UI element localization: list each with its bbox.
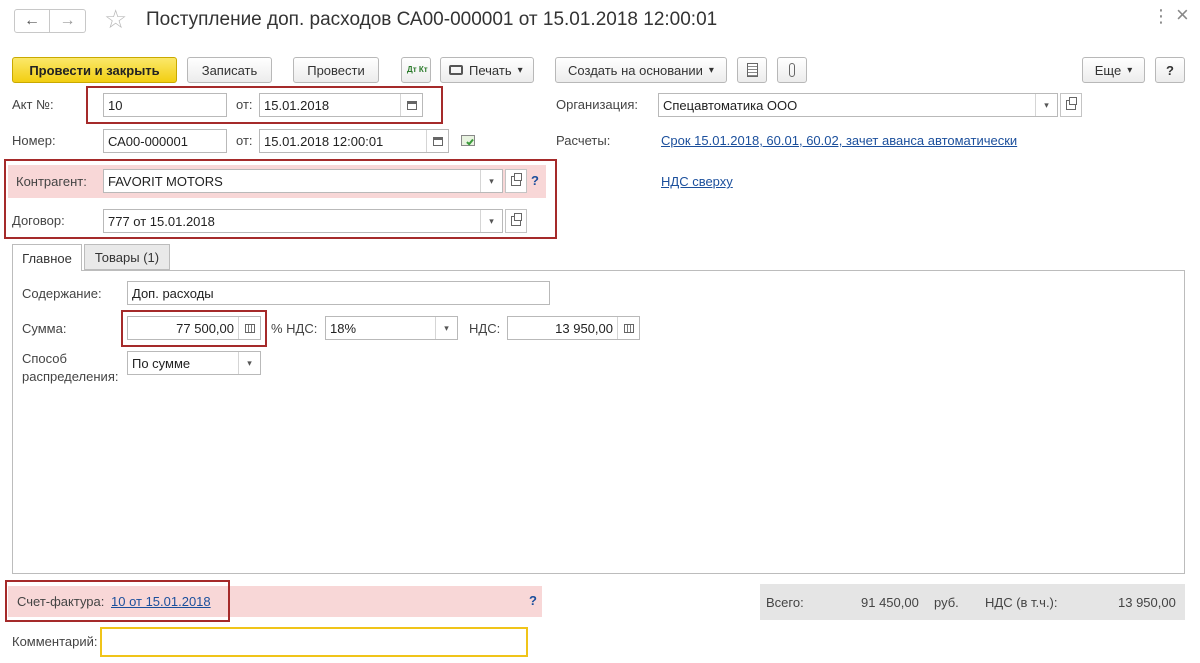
print-button[interactable]: Печать ▾ [440, 57, 534, 83]
number-date-field[interactable]: 15.01.2018 12:00:01 [259, 129, 449, 153]
calculations-label: Расчеты: [556, 133, 611, 148]
organization-value: Спецавтоматика ООО [663, 97, 798, 113]
calculations-link[interactable]: Срок 15.01.2018, 60.01, 60.02, зачет ава… [661, 133, 1017, 148]
number-label: Номер: [12, 133, 56, 148]
open-organization-button[interactable] [1060, 93, 1082, 117]
document-icon [746, 63, 758, 77]
paperclip-icon [789, 63, 795, 77]
more-label: Еще [1094, 62, 1122, 78]
vat-included-label: НДС (в т.ч.): [985, 595, 1058, 610]
vat-value: 13 950,00 [555, 320, 613, 336]
comment-field[interactable] [100, 627, 528, 657]
more-button[interactable]: Еще ▾ [1082, 57, 1145, 83]
help-button[interactable]: ? [1155, 57, 1185, 83]
distribution-method-select[interactable]: По сумме ▾ [127, 351, 261, 375]
more-menu-icon[interactable]: ⋮ [1152, 6, 1170, 27]
close-icon[interactable]: × [1176, 2, 1189, 28]
favorite-star-icon[interactable]: ☆ [104, 4, 127, 34]
total-value: 91 450,00 [861, 595, 919, 610]
tab-goods-label: Товары (1) [94, 249, 160, 265]
number-field[interactable]: СА00-000001 [103, 129, 227, 153]
highlight-contractor-box [4, 159, 557, 239]
sum-label: Сумма: [22, 321, 67, 336]
organization-label: Организация: [556, 97, 639, 112]
chevron-down-icon: ▾ [517, 64, 523, 76]
post-button[interactable]: Провести [293, 57, 379, 83]
currency-label: руб. [934, 595, 959, 610]
total-label: Всего: [766, 595, 804, 610]
act-number-label: Акт №: [12, 97, 54, 112]
number-value: СА00-000001 [108, 133, 188, 149]
highlight-act-box [86, 86, 443, 124]
invoice-help-icon[interactable]: ? [529, 593, 537, 608]
forward-button[interactable]: → [50, 9, 86, 33]
post-and-close-button[interactable]: Провести и закрыть [12, 57, 177, 83]
tab-main-label: Главное [22, 250, 72, 266]
content-field[interactable]: Доп. расходы [127, 281, 550, 305]
calendar-icon[interactable] [426, 130, 448, 152]
chevron-down-icon: ▾ [1127, 64, 1133, 76]
create-based-label: Создать на основании [568, 62, 703, 78]
vat-label: НДС: [469, 321, 501, 336]
content-value: Доп. расходы [132, 285, 214, 301]
chevron-down-icon[interactable]: ▾ [238, 352, 260, 374]
calculator-icon[interactable] [617, 317, 639, 339]
number-date-value: 15.01.2018 12:00:01 [264, 133, 384, 149]
arrow-right-icon: → [59, 12, 76, 29]
chevron-down-icon[interactable]: ▾ [1035, 94, 1057, 116]
highlight-sum-box [121, 310, 267, 347]
tab-goods[interactable]: Товары (1) [84, 244, 170, 270]
page-title: Поступление доп. расходов СА00-000001 от… [146, 9, 718, 30]
arrow-left-icon: ← [24, 12, 40, 29]
open-icon [1066, 97, 1077, 110]
comment-label: Комментарий: [12, 634, 98, 649]
tab-main[interactable]: Главное [12, 244, 82, 271]
posted-check-icon [461, 135, 475, 146]
vat-field[interactable]: 13 950,00 [507, 316, 640, 340]
save-button[interactable]: Записать [187, 57, 272, 83]
vat-rate-select[interactable]: 18% ▾ [325, 316, 458, 340]
distribution-method-label-line2: распределения: [22, 369, 119, 384]
organization-field[interactable]: Спецавтоматика ООО ▾ [658, 93, 1058, 117]
chevron-down-icon: ▾ [708, 64, 714, 76]
vat-rate-value: 18% [330, 320, 357, 336]
printer-icon [449, 65, 463, 75]
dt-kt-button[interactable]: Дт Кт [401, 57, 431, 83]
print-label: Печать [469, 62, 512, 78]
create-based-on-button[interactable]: Создать на основании ▾ [555, 57, 727, 83]
distribution-method-value: По сумме [132, 355, 191, 371]
distribution-method-label-line1: Способ [22, 351, 67, 366]
attach-button[interactable] [777, 57, 807, 83]
vat-on-top-link[interactable]: НДС сверху [661, 174, 733, 189]
number-date-label: от: [236, 133, 253, 148]
chevron-down-icon[interactable]: ▾ [435, 317, 457, 339]
back-button[interactable]: ← [14, 9, 50, 33]
dt-kt-icon: Дт Кт [407, 65, 428, 74]
vat-rate-label: % НДС: [271, 321, 318, 336]
vat-included-value: 13 950,00 [1118, 595, 1176, 610]
content-label: Содержание: [22, 286, 102, 301]
highlight-invoice-box [5, 580, 230, 622]
report-button[interactable] [737, 57, 767, 83]
